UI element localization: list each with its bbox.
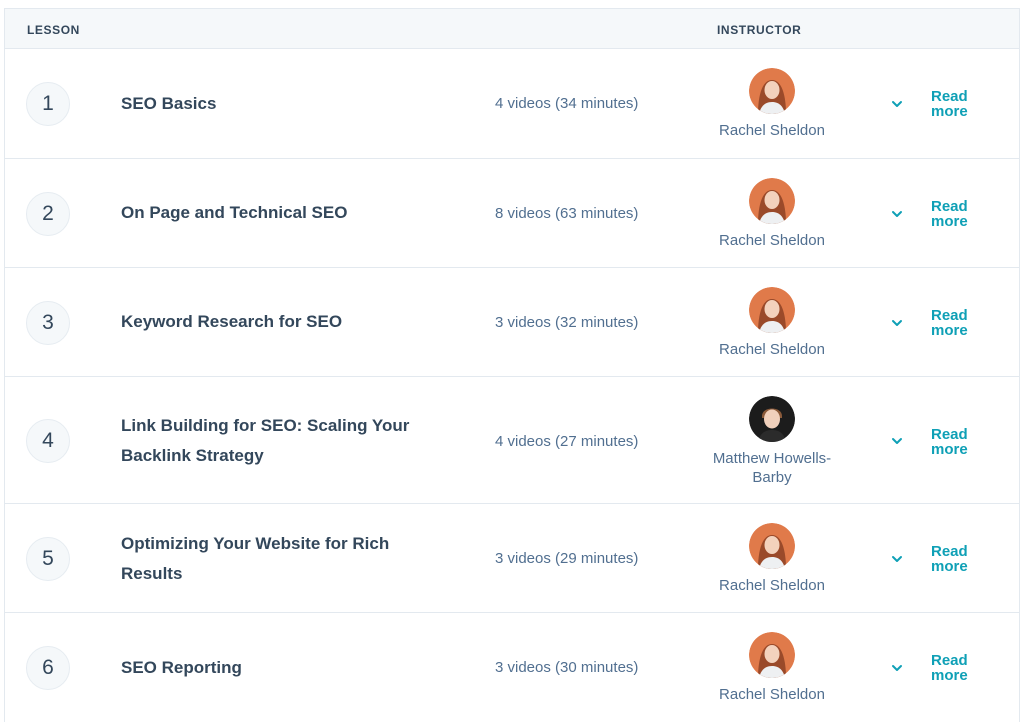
lesson-column-header: LESSON [27,23,80,37]
instructor-avatar [749,178,795,224]
instructor-column-header: INSTRUCTOR [717,23,802,37]
lesson-instructor: Rachel Sheldon [697,178,847,250]
lesson-instructor: Rachel Sheldon [697,523,847,595]
chevron-down-icon[interactable] [889,206,905,222]
lesson-instructor: Rachel Sheldon [697,287,847,359]
lesson-video-count: 4 videos (27 minutes) [495,433,639,450]
lesson-number-badge: 1 [26,82,70,126]
lesson-row-5: 5 Optimizing Your Website for Rich Resul… [5,504,1019,613]
lesson-row-3: 3 Keyword Research for SEO 3 videos (32 … [5,268,1019,377]
lesson-row-2: 2 On Page and Technical SEO 8 videos (63… [5,159,1019,268]
chevron-down-icon[interactable] [889,433,905,449]
table-header: LESSON INSTRUCTOR [5,9,1019,49]
chevron-down-icon[interactable] [889,96,905,112]
lesson-row-1: 1 SEO Basics 4 videos (34 minutes) Rache… [5,49,1019,159]
lesson-video-count: 8 videos (63 minutes) [495,205,639,222]
instructor-name: Matthew Howells-Barby [712,450,832,486]
lesson-number-badge: 6 [26,646,70,690]
lesson-number-badge: 2 [26,192,70,236]
instructor-avatar [749,287,795,333]
instructor-avatar [749,632,795,678]
instructor-name: Rachel Sheldon [719,122,825,139]
lessons-table: LESSON INSTRUCTOR 1 SEO Basics 4 videos … [4,8,1020,723]
instructor-avatar [749,523,795,569]
read-more-link[interactable]: Read more [931,199,991,229]
lesson-number-badge: 4 [26,419,70,463]
instructor-name: Rachel Sheldon [719,577,825,594]
chevron-down-icon[interactable] [889,660,905,676]
lesson-instructor: Rachel Sheldon [697,632,847,704]
lesson-row-4: 4 Link Building for SEO: Scaling Your Ba… [5,377,1019,504]
lesson-video-count: 3 videos (32 minutes) [495,314,639,331]
chevron-down-icon[interactable] [889,315,905,331]
instructor-name: Rachel Sheldon [719,686,825,703]
lesson-title: Link Building for SEO: Scaling Your Back… [121,416,410,465]
lesson-number-badge: 3 [26,301,70,345]
lesson-video-count: 3 videos (30 minutes) [495,659,639,676]
lesson-row-6: 6 SEO Reporting 3 videos (30 minutes) Ra… [5,613,1019,723]
instructor-avatar [749,396,795,442]
lesson-video-count: 3 videos (29 minutes) [495,550,639,567]
lesson-title: On Page and Technical SEO [121,203,348,222]
lesson-title: Keyword Research for SEO [121,312,343,331]
instructor-name: Rachel Sheldon [719,341,825,358]
read-more-link[interactable]: Read more [931,653,991,683]
read-more-link[interactable]: Read more [931,89,991,119]
instructor-avatar [749,68,795,114]
lesson-instructor: Rachel Sheldon [697,68,847,140]
lesson-instructor: Matthew Howells-Barby [697,396,847,487]
lesson-video-count: 4 videos (34 minutes) [495,95,639,112]
read-more-link[interactable]: Read more [931,544,991,574]
read-more-link[interactable]: Read more [931,308,991,338]
chevron-down-icon[interactable] [889,551,905,567]
lesson-number-badge: 5 [26,537,70,581]
lesson-title: Optimizing Your Website for Rich Results [121,534,390,583]
lesson-title: SEO Basics [121,94,217,113]
read-more-link[interactable]: Read more [931,427,991,457]
instructor-name: Rachel Sheldon [719,232,825,249]
lesson-title: SEO Reporting [121,658,242,677]
